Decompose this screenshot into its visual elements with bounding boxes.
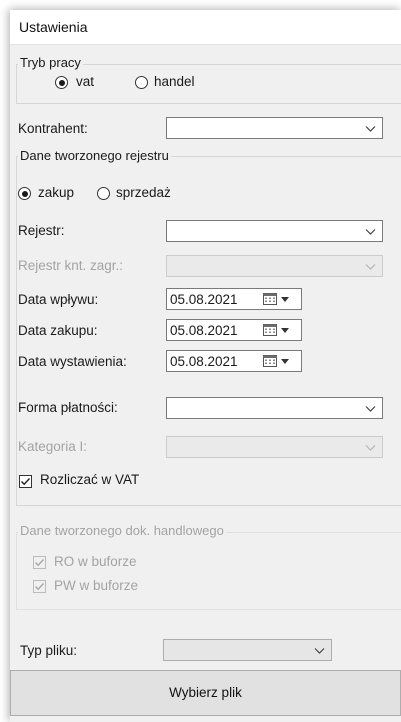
radio-vat-label[interactable]: vat <box>76 74 94 89</box>
window-title: Ustawienia <box>19 19 88 35</box>
chevron-down-icon <box>365 229 376 235</box>
dane-handlowe-legend: Dane tworzonego dok. handlowego <box>18 523 226 538</box>
dane-rejestru-legend: Dane tworzonego rejestru <box>18 148 171 163</box>
data-zakupu-picker[interactable]: 05.08.2021 <box>166 319 302 341</box>
data-wplywu-label: Data wpływu: <box>18 292 99 307</box>
wybierz-plik-button[interactable]: Wybierz plik <box>10 670 401 716</box>
caret-down-icon[interactable] <box>281 328 289 333</box>
chevron-down-icon <box>314 648 325 654</box>
radio-handel-label[interactable]: handel <box>154 74 195 89</box>
data-zakupu-label: Data zakupu: <box>18 323 98 338</box>
chevron-down-icon <box>365 445 376 451</box>
radio-sprzedaz[interactable] <box>97 187 110 200</box>
kategoria-label: Kategoria I: <box>18 439 88 454</box>
radio-zakup-label[interactable]: zakup <box>38 185 74 200</box>
rejestr-combo[interactable] <box>166 220 383 242</box>
checkmark-icon <box>35 559 45 567</box>
ro-buforze-label[interactable]: RO w buforze <box>54 554 137 569</box>
radio-sprzedaz-label[interactable]: sprzedaż <box>116 185 171 200</box>
ro-buforze-checkbox[interactable] <box>33 556 46 569</box>
calendar-icon[interactable] <box>263 293 277 305</box>
data-wystawienia-picker[interactable]: 05.08.2021 <box>166 350 302 372</box>
calendar-icon[interactable] <box>263 355 277 367</box>
caret-down-icon[interactable] <box>281 297 289 302</box>
radio-handel[interactable] <box>135 76 148 89</box>
rejestr-label: Rejestr: <box>18 223 65 238</box>
caret-down-icon[interactable] <box>281 359 289 364</box>
radio-vat[interactable] <box>55 76 68 89</box>
wybierz-plik-label: Wybierz plik <box>169 685 242 700</box>
chevron-down-icon <box>365 126 376 132</box>
chevron-down-icon <box>365 264 376 270</box>
checkmark-icon <box>21 478 31 486</box>
title-bar: Ustawienia <box>10 10 401 45</box>
forma-platnosci-combo[interactable] <box>166 397 383 419</box>
rozliczac-vat-checkbox[interactable] <box>19 475 32 488</box>
kontrahent-label: Kontrahent: <box>18 121 88 136</box>
data-wplywu-picker[interactable]: 05.08.2021 <box>166 288 302 310</box>
settings-window: Ustawienia Tryb pracy vat handel Kontrah… <box>10 10 401 722</box>
kategoria-combo[interactable] <box>166 436 383 458</box>
data-zakupu-value[interactable]: 05.08.2021 <box>170 323 238 338</box>
typ-pliku-combo[interactable] <box>163 639 332 661</box>
calendar-icon[interactable] <box>263 324 277 336</box>
dane-handlowe-group <box>16 532 401 610</box>
checkmark-icon <box>35 583 45 591</box>
data-wystawienia-value[interactable]: 05.08.2021 <box>170 354 238 369</box>
tryb-pracy-group <box>16 64 401 104</box>
rejestr-knt-label: Rejestr knt. zagr.: <box>18 258 124 273</box>
data-wplywu-value[interactable]: 05.08.2021 <box>170 292 238 307</box>
typ-pliku-label: Typ pliku: <box>20 643 78 658</box>
pw-buforze-checkbox[interactable] <box>33 580 46 593</box>
radio-zakup[interactable] <box>18 187 31 200</box>
rozliczac-vat-label[interactable]: Rozliczać w VAT <box>40 472 139 487</box>
rejestr-knt-combo[interactable] <box>166 255 383 277</box>
pw-buforze-label[interactable]: PW w buforze <box>54 578 138 593</box>
data-wystawienia-label: Data wystawienia: <box>18 354 127 369</box>
kontrahent-combo[interactable] <box>166 117 383 139</box>
tryb-pracy-legend: Tryb pracy <box>18 55 83 70</box>
forma-platnosci-label: Forma płatności: <box>18 400 118 415</box>
chevron-down-icon <box>365 406 376 412</box>
